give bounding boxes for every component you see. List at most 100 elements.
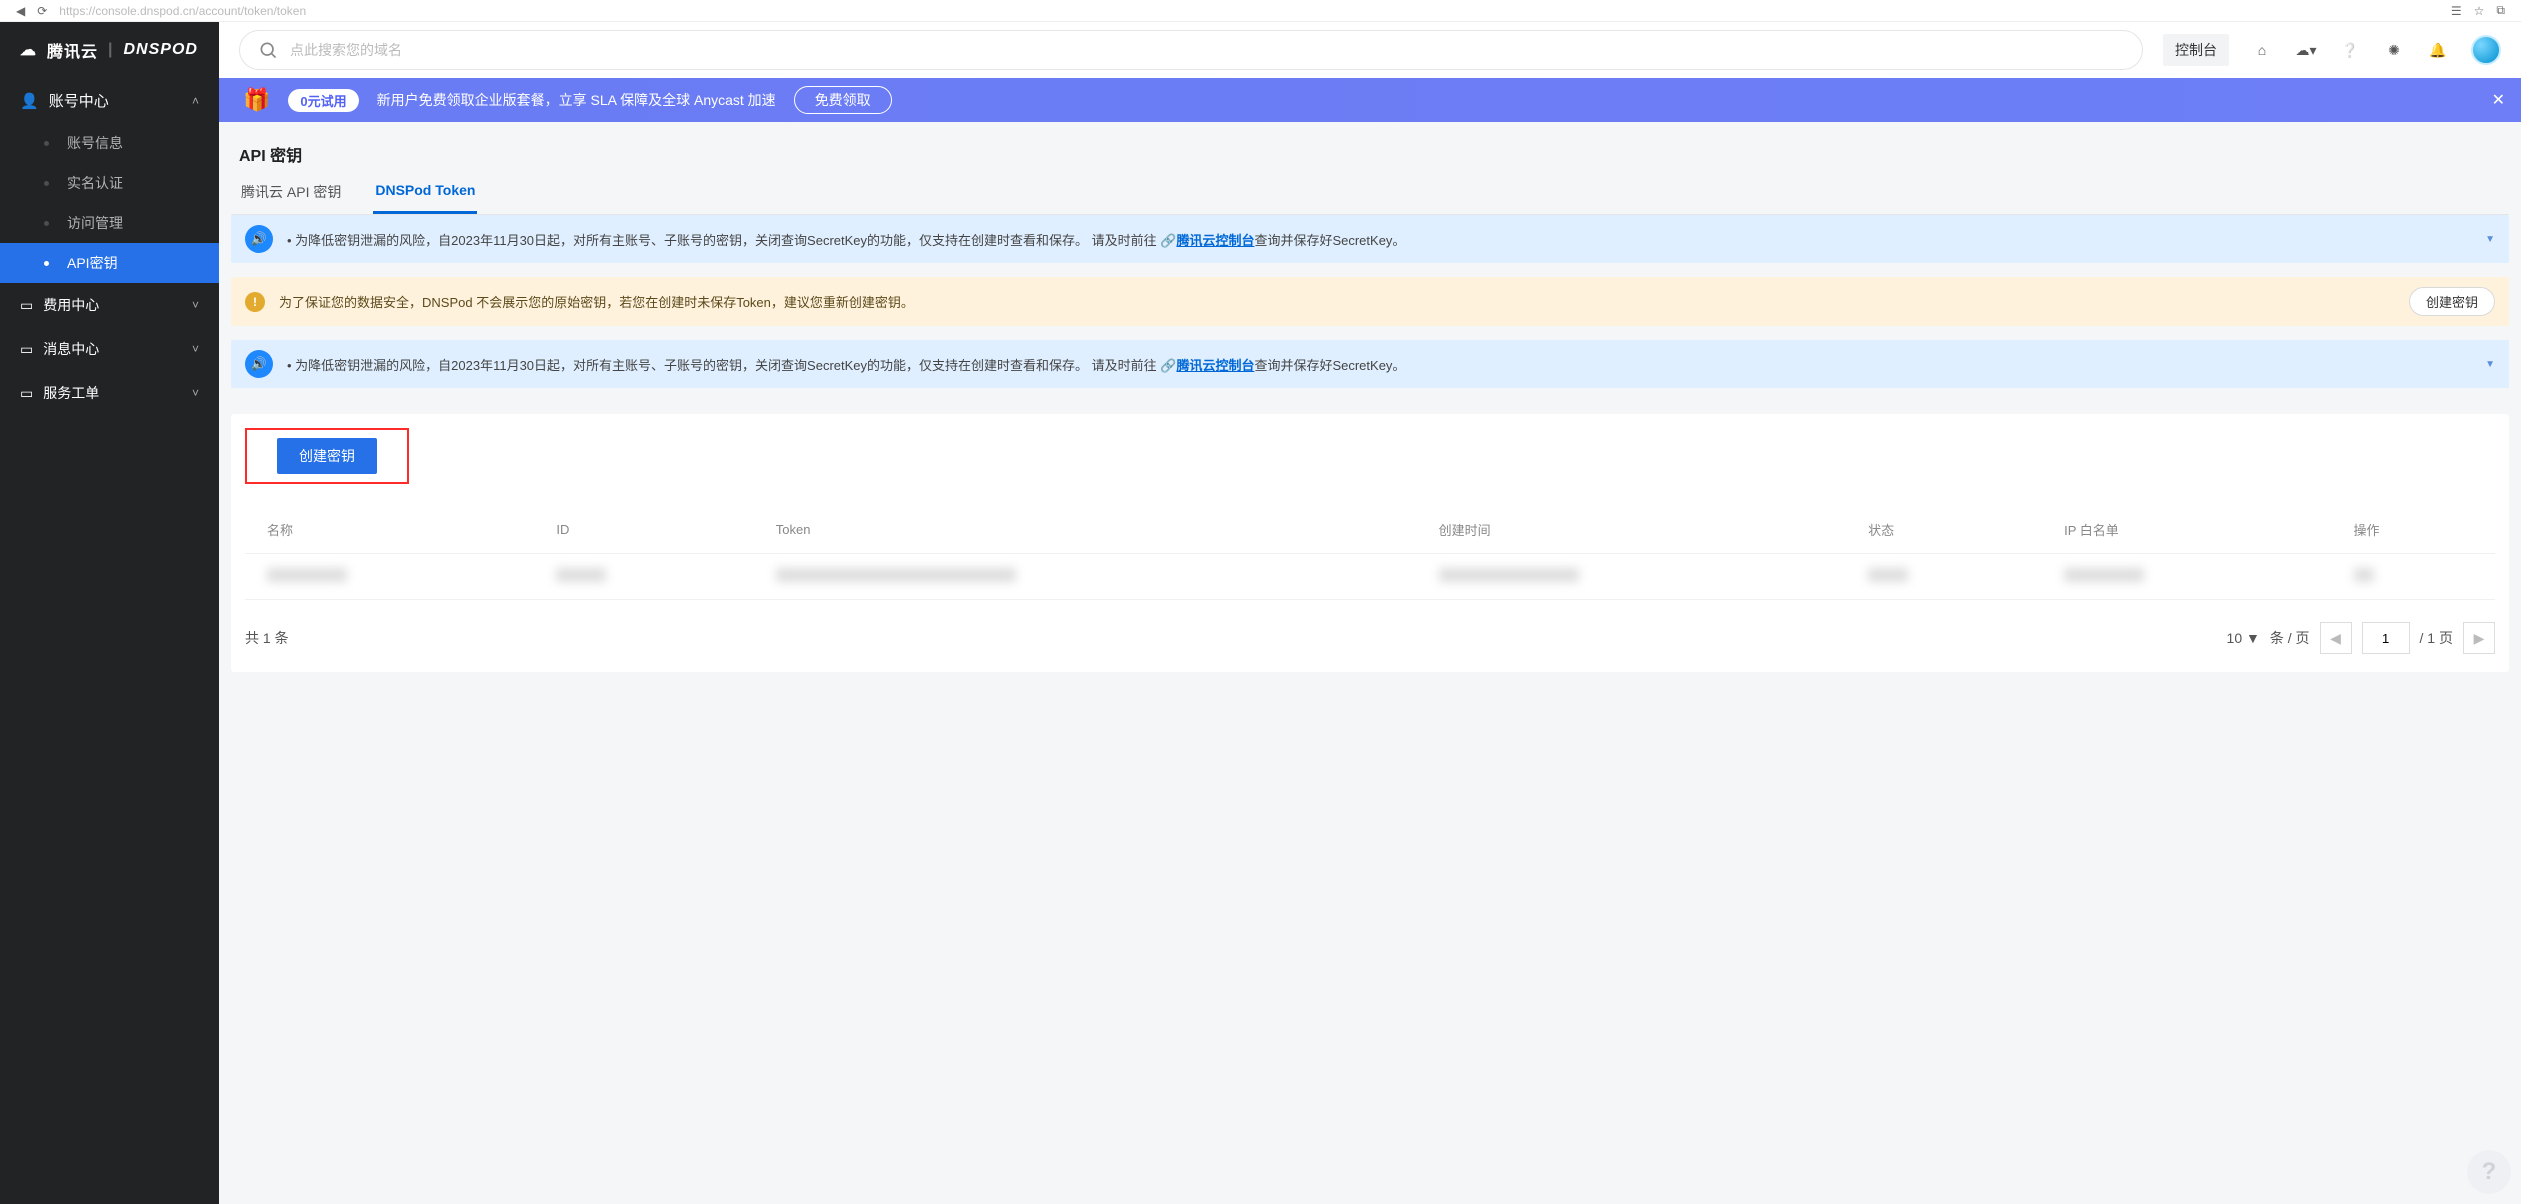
chevron-down-icon[interactable]: ▼ bbox=[2485, 359, 2495, 370]
search-placeholder: 点此搜索您的域名 bbox=[290, 40, 402, 60]
reader-icon[interactable]: ☰ bbox=[2451, 4, 2462, 18]
tabs: 腾讯云 API 密钥 DNSPod Token bbox=[231, 166, 2509, 215]
close-icon[interactable]: ✕ bbox=[2492, 90, 2505, 110]
sidebar-group-account[interactable]: 👤 账号中心 ˄ bbox=[0, 78, 219, 123]
pagination: 共 1 条 10 ▼ 条 / 页 ◀ / 1 页 bbox=[245, 622, 2495, 654]
alert-prefix: • 为降低密钥泄漏的风险，自2023年11月30日起，对所有主账号、子账号的密钥… bbox=[287, 358, 1160, 373]
inbox-icon: ▭ bbox=[20, 341, 33, 358]
alert-suffix: 查询并保存好SecretKey。 bbox=[1254, 358, 1405, 373]
alert-text: • 为降低密钥泄漏的风险，自2023年11月30日起，对所有主账号、子账号的密钥… bbox=[287, 355, 1405, 374]
body: 👤 账号中心 ˄ 账号信息 实名认证 访问管理 API密钥 ▭ 费用中心 ˅ ▭消… bbox=[0, 78, 2521, 1204]
link-icon: 🔗 bbox=[1160, 233, 1176, 248]
per-page-label: 条 / 页 bbox=[2270, 628, 2310, 648]
alert-link[interactable]: 腾讯云控制台 bbox=[1176, 233, 1254, 248]
info-icon: ! bbox=[245, 292, 265, 312]
sidebar-item-realname[interactable]: 实名认证 bbox=[0, 163, 219, 203]
th-created: 创建时间 bbox=[1417, 506, 1846, 554]
promo-cta[interactable]: 免费领取 bbox=[794, 86, 892, 114]
sidebar-group-label: 账号中心 bbox=[49, 90, 109, 111]
alert-secretkey-2: 🔊 • 为降低密钥泄漏的风险，自2023年11月30日起，对所有主账号、子账号的… bbox=[231, 340, 2509, 388]
star-icon[interactable]: ☆ bbox=[2474, 4, 2485, 18]
gift-icon: 🎁 bbox=[243, 87, 270, 113]
chevron-down-icon[interactable]: ▼ bbox=[2485, 234, 2495, 245]
console-button[interactable]: 控制台 bbox=[2163, 34, 2229, 66]
tab-tencent-api[interactable]: 腾讯云 API 密钥 bbox=[239, 172, 343, 214]
sidebar-item-api-key[interactable]: API密钥 bbox=[0, 243, 219, 283]
sidebar-section-messages[interactable]: ▭消息中心 ˅ bbox=[0, 327, 219, 371]
bell-icon[interactable]: 🔔 bbox=[2427, 39, 2449, 61]
search-icon bbox=[258, 40, 278, 60]
token-table: 名称 ID Token 创建时间 状态 IP 白名单 操作 bbox=[245, 506, 2495, 600]
page-title: API 密钥 bbox=[231, 132, 2509, 166]
tab-dnspod-token[interactable]: DNSPod Token bbox=[373, 172, 477, 214]
pager-total-count: 1 bbox=[263, 630, 271, 646]
ext-icon[interactable]: ⧉ bbox=[2496, 3, 2505, 18]
nav-refresh-icon[interactable]: ⟳ bbox=[37, 4, 47, 18]
speaker-icon: 🔊 bbox=[245, 225, 273, 253]
table-row bbox=[245, 554, 2495, 600]
cell-redacted bbox=[776, 568, 1016, 582]
token-card: 创建密钥 名称 ID Token 创建时间 状态 IP 白名单 操作 bbox=[231, 414, 2509, 672]
brand-block: ☁ 腾讯云 | DNSPOD bbox=[0, 22, 219, 78]
brand-dnspod: DNSPOD bbox=[124, 41, 198, 59]
page-input[interactable] bbox=[2362, 622, 2410, 654]
chevron-down-icon: ˅ bbox=[192, 342, 199, 356]
cell-redacted bbox=[1868, 568, 1908, 582]
cloud-icon: ☁ bbox=[20, 40, 37, 60]
cell-redacted[interactable] bbox=[2354, 568, 2374, 582]
topnav-right: 控制台 ⌂ ☁▾ ❔ ✺ 🔔 bbox=[2163, 34, 2521, 66]
cell-redacted bbox=[2064, 568, 2144, 582]
cell-redacted bbox=[556, 568, 606, 582]
of-pages-label: / 1 页 bbox=[2420, 628, 2453, 648]
cloud-menu-icon[interactable]: ☁▾ bbox=[2295, 39, 2317, 61]
th-actions: 操作 bbox=[2332, 506, 2495, 554]
pager-total: 共 1 条 bbox=[245, 628, 289, 648]
user-icon: 👤 bbox=[20, 92, 39, 110]
alert-yellow-text: 为了保证您的数据安全，DNSPod 不会展示您的原始密钥，若您在创建时未保存To… bbox=[279, 292, 914, 311]
promo-banner: 🎁 0元试用 新用户免费领取企业版套餐，立享 SLA 保障及全球 Anycast… bbox=[219, 78, 2521, 122]
help-badge[interactable]: ? bbox=[2467, 1150, 2511, 1194]
promo-text: 新用户免费领取企业版套餐，立享 SLA 保障及全球 Anycast 加速 bbox=[377, 90, 776, 110]
prev-page-button[interactable]: ◀ bbox=[2320, 622, 2352, 654]
help-icon[interactable]: ❔ bbox=[2339, 39, 2361, 61]
page-size-select[interactable]: 10 ▼ bbox=[2227, 630, 2260, 646]
brand-divider: | bbox=[108, 41, 113, 59]
next-page-button[interactable]: ▶ bbox=[2463, 622, 2495, 654]
sidebar-section-billing[interactable]: ▭ 费用中心 ˅ bbox=[0, 283, 219, 327]
sidebar: 👤 账号中心 ˄ 账号信息 实名认证 访问管理 API密钥 ▭ 费用中心 ˅ ▭消… bbox=[0, 78, 219, 1204]
chevron-down-icon: ˅ bbox=[192, 386, 199, 400]
home-icon[interactable]: ⌂ bbox=[2251, 39, 2273, 61]
cell-redacted bbox=[267, 568, 347, 582]
alert-recreate: ! 为了保证您的数据安全，DNSPod 不会展示您的原始密钥，若您在创建时未保存… bbox=[231, 277, 2509, 326]
promo-pill: 0元试用 bbox=[288, 89, 358, 112]
cell-redacted bbox=[1439, 568, 1579, 582]
pager-controls: 10 ▼ 条 / 页 ◀ / 1 页 ▶ bbox=[2227, 622, 2495, 654]
th-status: 状态 bbox=[1846, 506, 2042, 554]
wechat-icon[interactable]: ✺ bbox=[2383, 39, 2405, 61]
top-nav: ☁ 腾讯云 | DNSPOD 点此搜索您的域名 控制台 ⌂ ☁▾ ❔ ✺ 🔔 bbox=[0, 22, 2521, 78]
wallet-icon: ▭ bbox=[20, 297, 33, 314]
speaker-icon: 🔊 bbox=[245, 350, 273, 378]
sidebar-item-access[interactable]: 访问管理 bbox=[0, 203, 219, 243]
alert-link[interactable]: 腾讯云控制台 bbox=[1176, 358, 1254, 373]
th-token: Token bbox=[754, 506, 1417, 554]
brand-cloud: 腾讯云 bbox=[47, 38, 98, 62]
create-key-button[interactable]: 创建密钥 bbox=[277, 438, 377, 474]
ticket-icon: ▭ bbox=[20, 385, 33, 402]
content: API 密钥 腾讯云 API 密钥 DNSPod Token 🔊 • 为降低密钥… bbox=[219, 122, 2521, 1204]
recreate-key-button[interactable]: 创建密钥 bbox=[2409, 287, 2495, 316]
avatar[interactable] bbox=[2471, 35, 2501, 65]
nav-back-icon[interactable]: ◀ bbox=[16, 4, 25, 18]
pager-total-prefix: 共 bbox=[245, 630, 263, 646]
sidebar-sub-items: 账号信息 实名认证 访问管理 API密钥 bbox=[0, 123, 219, 283]
chevron-up-icon: ˄ bbox=[192, 94, 199, 108]
search-input[interactable]: 点此搜索您的域名 bbox=[239, 30, 2143, 70]
sidebar-item-account-info[interactable]: 账号信息 bbox=[0, 123, 219, 163]
chevron-down-icon: ˅ bbox=[192, 298, 199, 312]
app-root: ◀ ⟳ https://console.dnspod.cn/account/to… bbox=[0, 0, 2521, 1204]
sidebar-section-tickets[interactable]: ▭服务工单 ˅ bbox=[0, 371, 219, 415]
url-field[interactable]: https://console.dnspod.cn/account/token/… bbox=[59, 4, 2439, 18]
sidebar-section-label: 费用中心 bbox=[43, 295, 99, 315]
link-icon: 🔗 bbox=[1160, 358, 1176, 373]
alert-text: • 为降低密钥泄漏的风险，自2023年11月30日起，对所有主账号、子账号的密钥… bbox=[287, 230, 1405, 249]
